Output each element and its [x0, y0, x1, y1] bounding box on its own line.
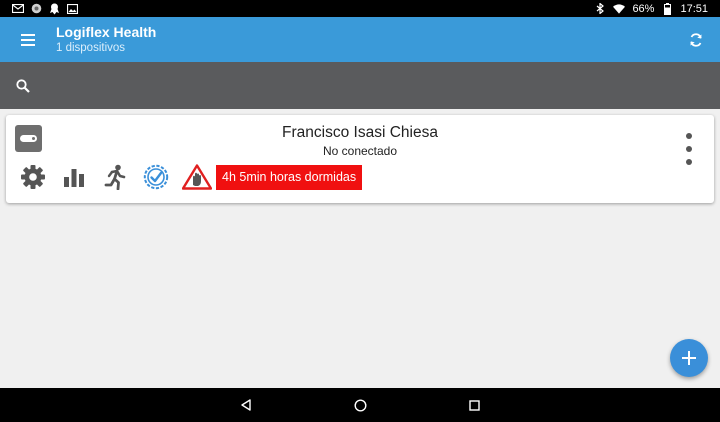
running-person-icon: [104, 164, 126, 190]
sleep-alert-badge: 4h 5min horas dormidas: [216, 164, 363, 190]
navigation-bar: [0, 388, 720, 422]
plus-icon: [682, 351, 696, 365]
battery-percentage: 66%: [632, 2, 655, 15]
home-button[interactable]: [350, 395, 370, 415]
activity-button[interactable]: [100, 162, 130, 192]
wifi-icon: [613, 3, 626, 14]
back-button[interactable]: [236, 395, 256, 415]
refresh-button[interactable]: [672, 17, 720, 62]
device-actions: 4h 5min horas dormidas: [18, 162, 363, 192]
device-list: Francisco Isasi Chiesa No conectado 4h 5…: [0, 109, 720, 388]
bluetooth-icon: [594, 3, 606, 14]
back-triangle-icon: [241, 399, 251, 411]
device-card[interactable]: Francisco Isasi Chiesa No conectado 4h 5…: [6, 115, 714, 203]
app-bar-titles: Logiflex Health 1 dispositivos: [56, 24, 156, 56]
verified-button[interactable]: [141, 162, 171, 192]
refresh-icon: [690, 32, 702, 47]
alert-button[interactable]: [182, 162, 212, 192]
app-title: Logiflex Health: [56, 23, 157, 40]
notification-icons: [0, 3, 78, 14]
gmail-icon: [12, 3, 24, 14]
status-bar: 66% 17:51: [0, 0, 720, 17]
bar-chart-icon: [64, 169, 84, 187]
image-icon: [66, 3, 78, 14]
more-options-button[interactable]: [682, 133, 696, 165]
settings-button[interactable]: [18, 162, 48, 192]
recents-button[interactable]: [464, 395, 484, 415]
search-icon: [16, 78, 30, 93]
connection-status: No conectado: [322, 144, 398, 158]
check-badge-icon: [143, 164, 169, 190]
hamburger-menu-icon: [21, 33, 35, 46]
ghost-icon: [48, 3, 60, 14]
clock: 17:51: [680, 2, 708, 15]
warning-hand-icon: [182, 164, 212, 190]
search-bar[interactable]: [0, 62, 720, 109]
app-bar: Logiflex Health 1 dispositivos: [0, 17, 720, 62]
recents-square-icon: [468, 399, 480, 411]
search-button[interactable]: [0, 62, 46, 109]
statistics-button[interactable]: [59, 162, 89, 192]
circle-app-icon: [30, 3, 42, 14]
add-device-button[interactable]: [670, 339, 708, 377]
menu-button[interactable]: [0, 17, 56, 62]
device-count: 1 dispositivos: [56, 41, 126, 54]
system-icons: 66% 17:51: [594, 2, 720, 15]
home-circle-icon: [353, 398, 367, 412]
device-owner-name: Francisco Isasi Chiesa: [282, 124, 438, 141]
battery-icon: [661, 2, 673, 15]
gear-icon: [21, 165, 45, 189]
